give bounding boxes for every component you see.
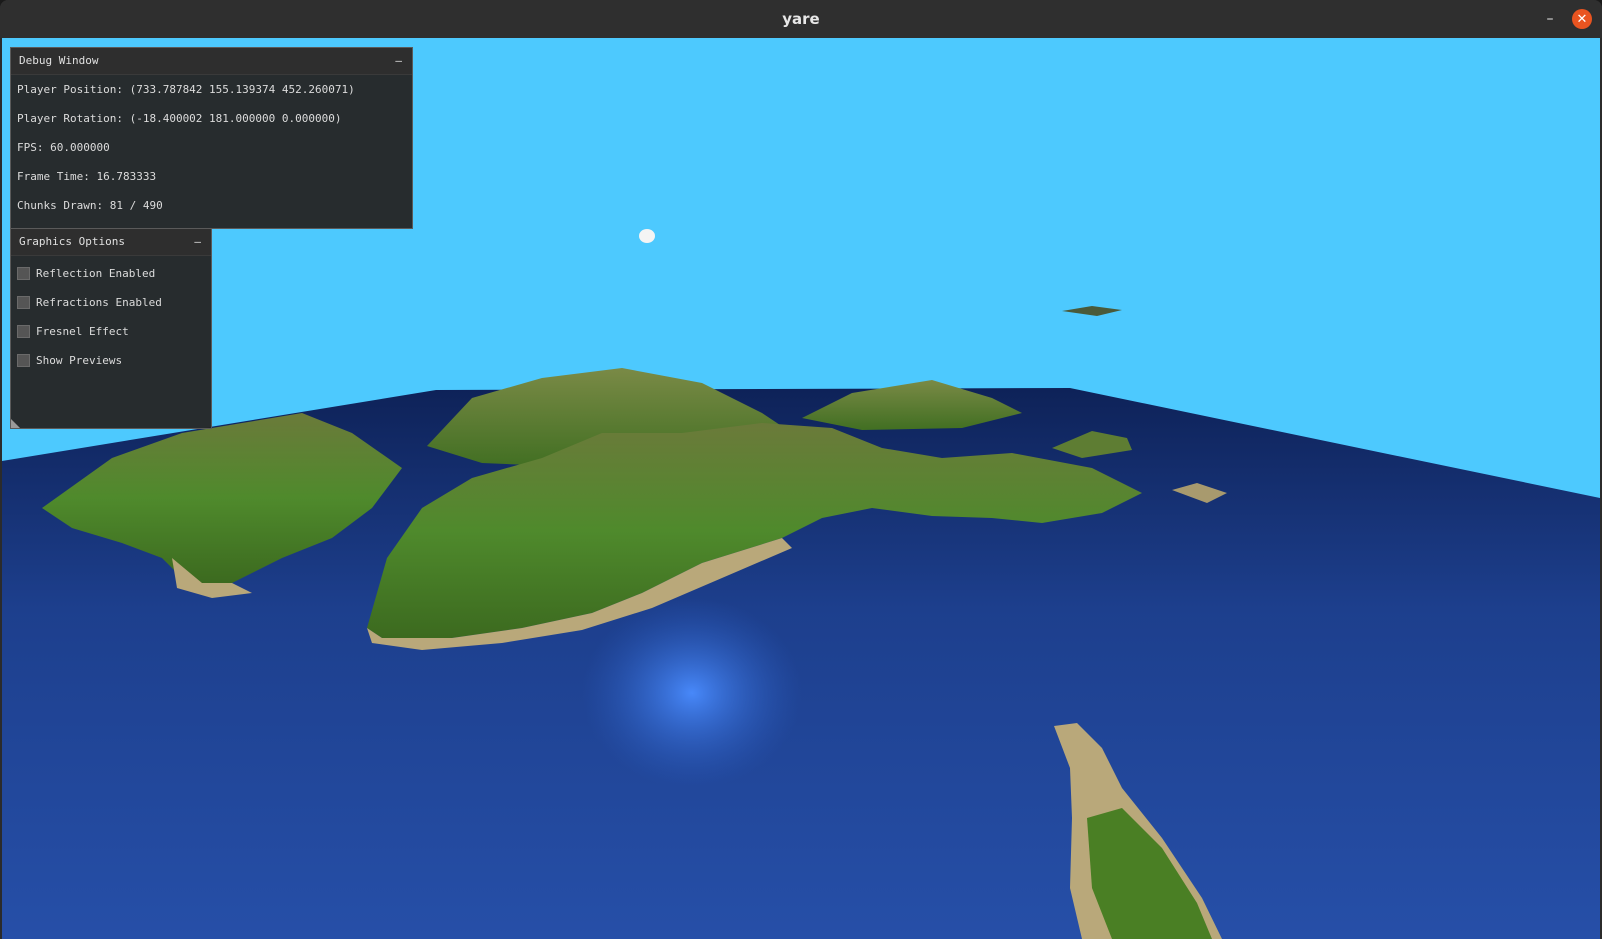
refractions-option[interactable]: Refractions Enabled [11,288,211,317]
graphics-options-header[interactable]: Graphics Options – [11,229,211,256]
show-previews-checkbox[interactable] [17,354,30,367]
close-button[interactable]: ✕ [1572,9,1592,29]
reflection-checkbox[interactable] [17,267,30,280]
floating-island [1062,306,1122,316]
graphics-options-collapse-button[interactable]: – [194,229,201,255]
debug-window-collapse-button[interactable]: – [395,48,402,74]
player-position: Player Position: (733.787842 155.139374 … [17,83,355,96]
show-previews-option[interactable]: Show Previews [11,346,211,375]
reflection-label: Reflection Enabled [36,267,156,280]
app-window: yare – ✕ Debug Window – Player Position:… [0,0,1602,939]
chunks-drawn-readout: Chunks Drawn: 81 / 490 [17,199,163,212]
refractions-checkbox[interactable] [17,296,30,309]
debug-window[interactable]: Debug Window – Player Position: (733.787… [10,47,413,229]
debug-window-header[interactable]: Debug Window – [11,48,412,75]
sun-reflection [582,598,802,788]
title-bar[interactable]: yare – ✕ [0,0,1602,38]
minimize-icon: – [1546,11,1554,27]
player-rotation: Player Rotation: (-18.400002 181.000000 … [17,112,342,125]
reflection-option[interactable]: Reflection Enabled [11,259,211,288]
show-previews-label: Show Previews [36,354,123,367]
window-title: yare [782,10,820,28]
frame-time-readout: Frame Time: 16.783333 [17,170,157,183]
fresnel-checkbox[interactable] [17,325,30,338]
debug-window-title: Debug Window [19,54,99,67]
fps-readout: FPS: 60.000000 [17,141,110,154]
fresnel-label: Fresnel Effect [36,325,129,338]
refractions-label: Refractions Enabled [36,296,162,309]
fresnel-option[interactable]: Fresnel Effect [11,317,211,346]
graphics-options-title: Graphics Options [19,235,125,248]
minimize-button[interactable]: – [1540,9,1560,29]
close-icon: ✕ [1576,11,1588,27]
resize-grip-icon[interactable] [11,419,20,428]
cloud [639,229,655,243]
graphics-options-window[interactable]: Graphics Options – Reflection Enabled Re… [10,228,212,429]
